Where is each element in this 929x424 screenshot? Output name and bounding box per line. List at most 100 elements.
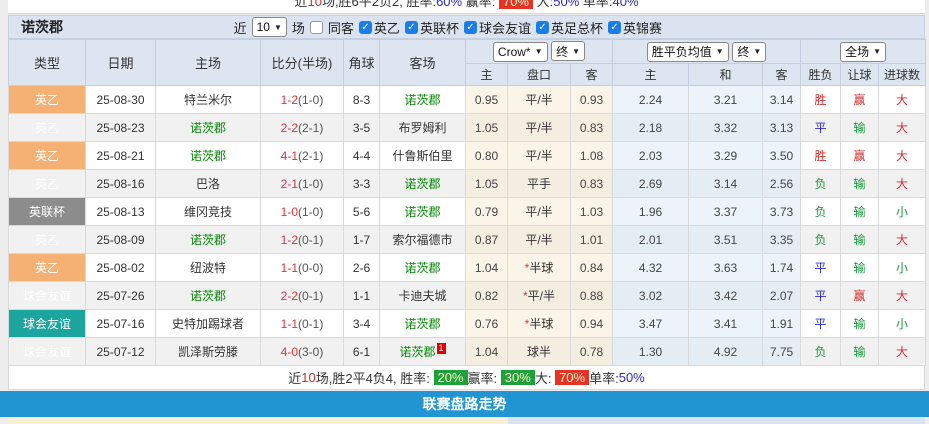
scope-select[interactable]: 全场▼ — [840, 42, 886, 62]
team-link[interactable]: 维冈竞技 — [184, 205, 232, 219]
team-link[interactable]: 诺茨郡 — [404, 317, 440, 331]
result-goals: 大 — [879, 86, 926, 114]
handicap-home-odds: 1.05 — [466, 170, 508, 198]
odds-home: 4.32 — [613, 254, 689, 282]
league-filter-3-checkbox[interactable] — [464, 21, 477, 34]
summary-segment: 大: — [533, 0, 553, 9]
fulltime-score: 1-0 — [281, 205, 298, 219]
halftime-score: (1-0) — [298, 93, 323, 107]
table-row: 球会友谊 25-07-12 凯泽斯劳滕 4-0(3-0) 6-1 诺茨郡1 1.… — [9, 338, 926, 366]
match-count-select[interactable]: 10▼ — [252, 17, 287, 37]
odds-home: 2.69 — [613, 170, 689, 198]
handicap-home-odds: 0.76 — [466, 310, 508, 338]
fulltime-score: 4-1 — [281, 149, 298, 163]
team-link[interactable]: 诺茨郡 — [404, 261, 440, 275]
match-date: 25-07-16 — [86, 310, 156, 338]
halftime-score: (3-0) — [298, 345, 323, 359]
corner-cell: 5-6 — [344, 198, 380, 226]
col-header-handicap-away: 客 — [571, 64, 613, 86]
odds-final-select[interactable]: 终▼ — [732, 42, 766, 62]
col-header-handicap: 盘口 — [508, 64, 571, 86]
team-link[interactable]: 诺茨郡 — [190, 149, 226, 163]
odds-draw: 3.32 — [689, 114, 763, 142]
summary-big: 50% — [553, 0, 579, 9]
odds-away: 3.73 — [763, 198, 801, 226]
handicap-final-select[interactable]: 终▼ — [551, 41, 585, 61]
team-link[interactable]: 特兰米尔 — [184, 93, 232, 107]
league-badge: 球会友谊 — [9, 338, 86, 366]
handicap-home-odds: 0.87 — [466, 226, 508, 254]
result-wdl: 平 — [801, 114, 841, 142]
team-link[interactable]: 诺茨郡 — [404, 205, 440, 219]
team-link[interactable]: 诺茨郡 — [190, 289, 226, 303]
league-badge: 球会友谊 — [9, 310, 86, 338]
summary-big-badge: 70% — [555, 370, 589, 385]
chevron-down-icon: ▼ — [753, 47, 761, 56]
col-header-away: 客场 — [380, 40, 466, 86]
league-filter-5-checkbox[interactable] — [608, 21, 621, 34]
chevron-down-icon: ▼ — [873, 47, 881, 56]
handicap-line: 平手 — [508, 170, 571, 198]
team-link[interactable]: 什鲁斯伯里 — [392, 149, 452, 163]
summary-segment: 场,胜6平2负2, 胜率: — [322, 0, 436, 9]
handicap-home-odds: 0.95 — [466, 86, 508, 114]
same-away-checkbox[interactable] — [310, 21, 323, 34]
halftime-score: (1-0) — [298, 205, 323, 219]
result-handicap: 输 — [841, 226, 879, 254]
team-link[interactable]: 诺茨郡 — [190, 233, 226, 247]
team-link[interactable]: 诺茨郡 — [404, 177, 440, 191]
odds-avg-select[interactable]: 胜平负均值▼ — [647, 42, 729, 62]
fulltime-score: 1-1 — [281, 317, 298, 331]
result-handicap: 输 — [841, 338, 879, 366]
chevron-down-icon: ▼ — [716, 47, 724, 56]
score-cell: 4-1(2-1) — [261, 142, 344, 170]
team-link[interactable]: 史特加踢球者 — [172, 317, 244, 331]
team-link[interactable]: 诺茨郡 — [404, 93, 440, 107]
team-link[interactable]: 诺茨郡 — [399, 345, 435, 359]
home-team-cell: 巴洛 — [156, 170, 261, 198]
handicap-away-odds: 0.84 — [571, 254, 613, 282]
bookmaker-select[interactable]: Crow*▼ — [493, 42, 548, 62]
table-row: 英乙 25-08-02 纽波特 1-1(0-0) 2-6 诺茨郡 1.04 *半… — [9, 254, 926, 282]
result-wdl: 平 — [801, 310, 841, 338]
league-filter-1: 英乙 — [359, 18, 400, 37]
result-wdl: 负 — [801, 170, 841, 198]
score-cell: 4-0(3-0) — [261, 338, 344, 366]
league-filter-2: 英联杯 — [405, 18, 459, 37]
score-cell: 2-1(1-0) — [261, 170, 344, 198]
team-link[interactable]: 卡迪夫城 — [398, 289, 446, 303]
table-row: 球会友谊 25-07-26 诺茨郡 2-2(0-1) 1-1 卡迪夫城 0.82… — [9, 282, 926, 310]
odds-away: 3.13 — [763, 114, 801, 142]
odds-away: 1.74 — [763, 254, 801, 282]
odds-draw: 3.29 — [689, 142, 763, 170]
table-row: 英乙 25-08-30 特兰米尔 1-2(1-0) 8-3 诺茨郡 0.95 平… — [9, 86, 926, 114]
halftime-score: (2-1) — [298, 121, 323, 135]
league-filter-4-checkbox[interactable] — [536, 21, 549, 34]
away-team-cell: 索尔福德市 — [380, 226, 466, 254]
note-count-badge: 1 — [437, 343, 446, 354]
odds-away: 7.75 — [763, 338, 801, 366]
next-section-header-cell — [508, 417, 925, 424]
match-date: 25-08-23 — [86, 114, 156, 142]
league-filter-1-checkbox[interactable] — [359, 21, 372, 34]
league-filter-2-checkbox[interactable] — [405, 21, 418, 34]
team-link[interactable]: 索尔福德市 — [392, 233, 452, 247]
team-link[interactable]: 诺茨郡 — [190, 121, 226, 135]
team-link[interactable]: 巴洛 — [196, 177, 220, 191]
team-link[interactable]: 布罗姆利 — [398, 121, 446, 135]
table-row: 英乙 25-08-16 巴洛 2-1(1-0) 3-3 诺茨郡 1.05 平手 … — [9, 170, 926, 198]
halftime-score: (1-0) — [298, 177, 323, 191]
team-link[interactable]: 纽波特 — [190, 261, 226, 275]
odds-home: 2.18 — [613, 114, 689, 142]
result-handicap: 输 — [841, 310, 879, 338]
league-filter-4-label: 英足总杯 — [551, 18, 603, 37]
team-link[interactable]: 凯泽斯劳滕 — [178, 345, 238, 359]
section-bar-league-trend: 联赛盘路走势 — [0, 391, 929, 417]
handicap-line: *平/半 — [508, 282, 571, 310]
history-panel: 诺茨郡 近 10▼ 场 同客 英乙 英联杯 球会友谊 英足总杯 英锦赛 — [8, 15, 925, 390]
handicap-away-odds: 1.03 — [571, 198, 613, 226]
same-away-label: 同客 — [328, 18, 354, 37]
score-cell: 1-1(0-0) — [261, 254, 344, 282]
result-handicap: 输 — [841, 198, 879, 226]
result-goals: 小 — [879, 254, 926, 282]
